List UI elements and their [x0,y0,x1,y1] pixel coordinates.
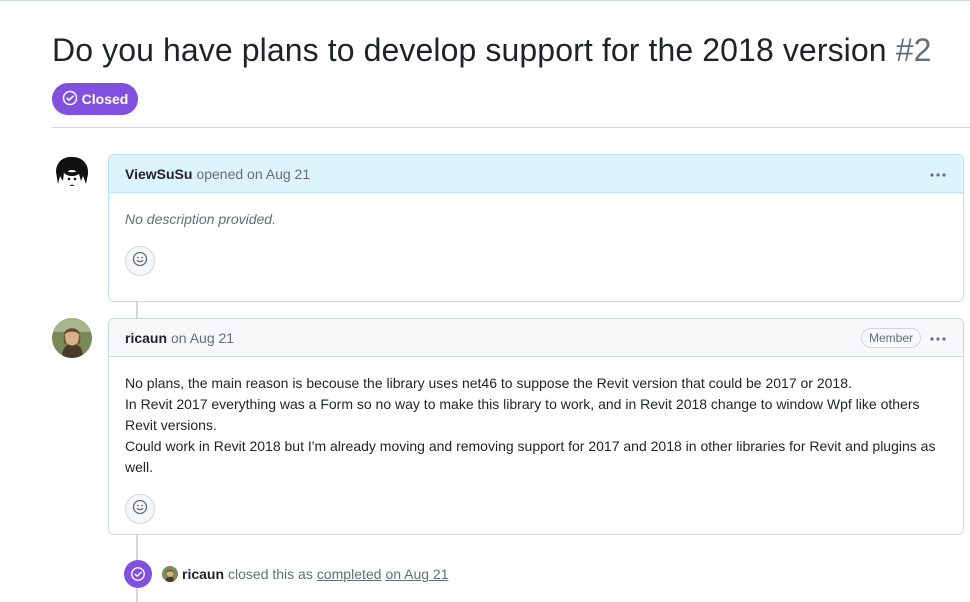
add-reaction-button[interactable] [125,246,155,276]
event-reason-link[interactable]: completed [317,566,382,582]
avatar-ricaun-small[interactable] [162,566,178,582]
issue-number: #2 [895,32,932,68]
comment-card: ViewSuSu opened on Aug 21 No description… [108,154,964,302]
comment-timestamp[interactable]: opened on Aug 21 [196,166,310,182]
issue-closed-icon [124,560,152,588]
avatar-viewsusu[interactable] [52,154,92,194]
event-actor[interactable]: ricaun [182,566,224,582]
kebab-icon[interactable] [929,165,947,183]
kebab-icon[interactable] [929,329,947,347]
state-label: Closed [81,91,129,107]
issue-title: Do you have plans to develop support for… [52,32,887,68]
comment-body: No plans, the main reason is becouse the… [109,357,963,478]
member-badge: Member [860,327,921,348]
comment-author[interactable]: ricaun [125,330,167,346]
add-reaction-button[interactable] [125,494,155,524]
comment-header: ricaun on Aug 21 Member [109,319,963,357]
issue-title-row: Do you have plans to develop support for… [52,30,931,70]
comment-paragraph: No plans, the main reason is becouse the… [125,375,852,391]
comment-timestamp[interactable]: on Aug 21 [171,330,234,346]
closed-event: ricaun closed this as completed on Aug 2… [124,560,449,588]
header-divider [52,127,970,128]
smiley-icon [132,251,148,272]
timeline-rail [136,300,138,320]
smiley-icon [132,499,148,520]
comment-card: ricaun on Aug 21 Member No plans, the ma… [108,318,964,535]
comment-paragraph: In Revit 2017 everything was a Form so n… [125,396,920,433]
comment-paragraph: Could work in Revit 2018 but I'm already… [125,438,936,475]
avatar-ricaun[interactable] [52,318,92,358]
issue-closed-icon [62,90,78,109]
comment-header: ViewSuSu opened on Aug 21 [109,155,963,193]
comment-body: No description provided. [109,193,963,230]
event-text: closed this as [228,566,313,582]
state-badge: Closed [52,83,138,115]
top-divider [0,0,970,1]
comment-author[interactable]: ViewSuSu [125,166,192,182]
event-date-link[interactable]: on Aug 21 [385,566,448,582]
comment-text: No description provided. [125,211,276,227]
